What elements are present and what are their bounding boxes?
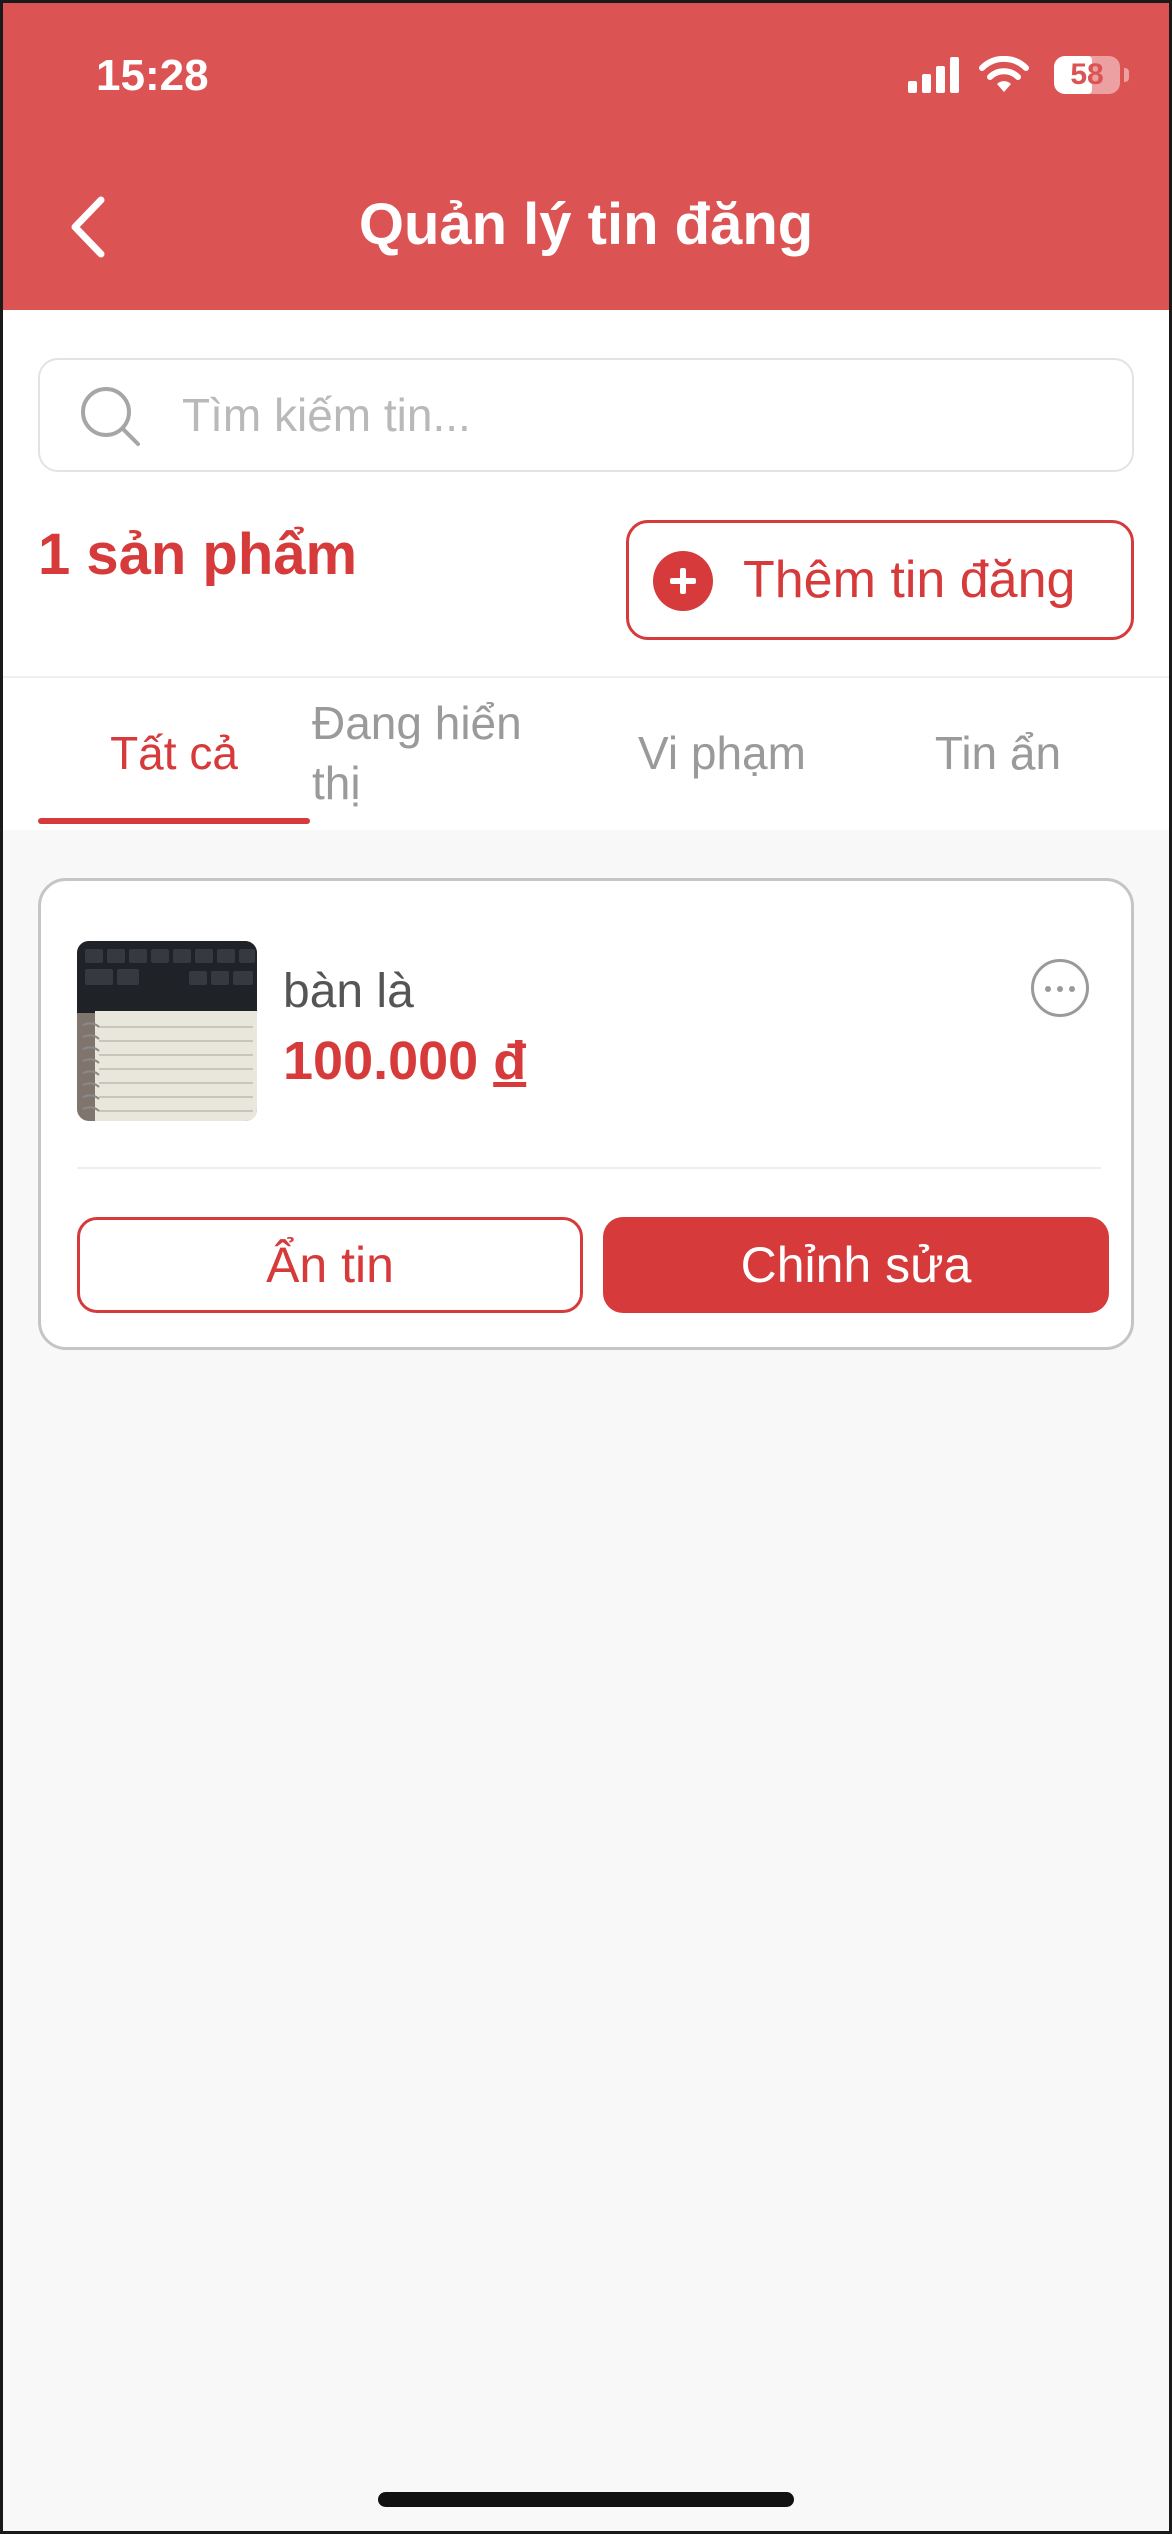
listing-card[interactable]: bàn là 100.000 đ Ẩn tin Chỉnh sửa	[38, 878, 1134, 1350]
plus-circle-icon	[653, 551, 713, 611]
page-title: Quản lý tin đăng	[358, 192, 814, 257]
add-listing-button[interactable]: Thêm tin đăng	[626, 520, 1134, 640]
tab-all[interactable]: Tất cả	[38, 678, 310, 828]
wifi-icon	[979, 56, 1029, 92]
home-indicator	[378, 2492, 794, 2507]
tab-label: Tin ẩn	[934, 727, 1062, 779]
product-photo	[77, 941, 257, 1121]
battery-cap	[1124, 68, 1129, 82]
battery-icon: 58	[1054, 56, 1129, 94]
add-listing-label: Thêm tin đăng	[743, 551, 1076, 609]
edit-listing-button[interactable]: Chỉnh sửa	[603, 1217, 1109, 1313]
product-price: 100.000 đ	[283, 1021, 526, 1101]
battery-level: 58	[1070, 58, 1104, 91]
product-name: bàn là	[283, 965, 414, 1018]
search-input[interactable]: Tìm kiếm tin...	[38, 358, 1134, 472]
price-value: 100.000	[283, 1031, 479, 1091]
app-header: 15:28 58 Quản lý tin đăng	[0, 0, 1172, 310]
product-count: 1 sản phẩm	[38, 522, 358, 587]
tab-violation[interactable]: Vi phạm	[586, 678, 858, 828]
status-icons: 58	[908, 50, 1129, 100]
tab-label: Đang hiển thị	[312, 697, 522, 809]
tab-showing[interactable]: Đang hiển thị	[312, 678, 562, 828]
search-icon	[81, 387, 140, 446]
tab-label: Tất cả	[110, 727, 238, 779]
hide-listing-button[interactable]: Ẩn tin	[77, 1217, 583, 1313]
price-currency: đ	[493, 1031, 527, 1091]
top-panel: Tìm kiếm tin... 1 sản phẩm Thêm tin đăng…	[0, 310, 1172, 830]
search-placeholder: Tìm kiếm tin...	[182, 389, 471, 441]
product-thumbnail	[77, 941, 257, 1121]
status-time: 15:28	[96, 51, 209, 100]
tab-label: Vi phạm	[638, 727, 806, 779]
cellular-signal-icon	[908, 57, 959, 93]
card-divider	[77, 1167, 1101, 1169]
tab-hidden[interactable]: Tin ẩn	[862, 678, 1134, 828]
more-horizontal-icon[interactable]	[1031, 959, 1089, 1017]
active-tab-indicator	[38, 818, 310, 824]
